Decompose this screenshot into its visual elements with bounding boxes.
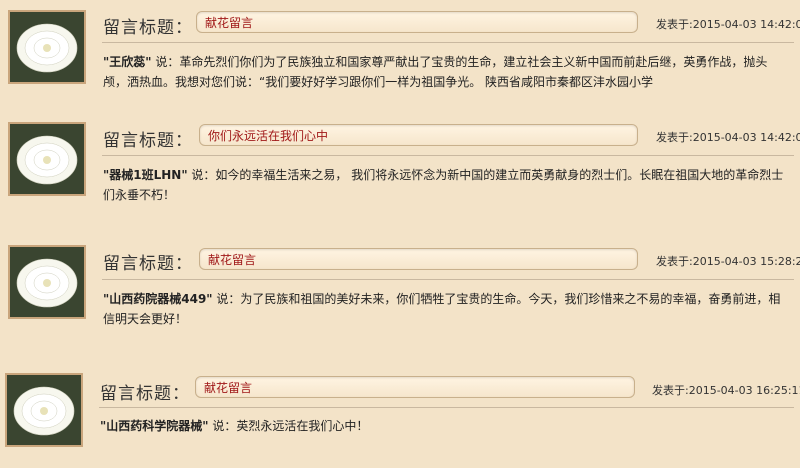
message-body: "山西药科学院器械" 说：英烈永远活在我们心中！ — [100, 416, 788, 436]
says-label: 说： — [212, 292, 241, 306]
divider — [102, 155, 794, 156]
date-value: 2015-04-03 16:25:11 — [688, 384, 800, 397]
posted-prefix: 发表于: — [656, 131, 693, 144]
says-label: 说： — [187, 168, 216, 182]
chrysanthemum-avatar — [8, 245, 86, 319]
message-title: 献花留言 — [195, 376, 635, 398]
title-label: 留言标题： — [100, 384, 190, 404]
divider — [99, 407, 794, 408]
divider — [102, 279, 794, 280]
title-label: 留言标题： — [103, 131, 193, 151]
post-date: 发表于:2015-04-03 16:25:11 — [652, 382, 800, 398]
posted-prefix: 发表于: — [656, 255, 693, 268]
says-label: 说： — [208, 419, 237, 433]
posted-prefix: 发表于: — [652, 384, 689, 397]
message-text: 英烈永远活在我们心中！ — [236, 419, 369, 433]
message-body: "器械1班LHN" 说：如今的幸福生活来之易， 我们将永远怀念为新中国的建立而英… — [103, 165, 788, 205]
chrysanthemum-avatar — [5, 373, 83, 447]
author-name: "器械1班LHN" — [103, 168, 188, 182]
author-name: "山西药院器械449" — [103, 292, 213, 306]
message-entry: 留言标题： 献花留言 发表于:2015-04-03 16:25:11 "山西药科… — [0, 0, 800, 447]
date-value: 2015-04-03 14:42:05 — [692, 131, 800, 144]
message-body: "山西药院器械449" 说：为了民族和祖国的美好未来，你们牺牲了宝贵的生命。今天… — [103, 289, 788, 329]
author-name: "山西药科学院器械" — [100, 419, 209, 433]
title-label: 留言标题： — [103, 254, 193, 274]
post-date: 发表于:2015-04-03 14:42:05 — [656, 129, 800, 145]
chrysanthemum-avatar — [8, 122, 86, 196]
message-title: 你们永远活在我们心中 — [199, 124, 638, 146]
post-date: 发表于:2015-04-03 15:28:20 — [656, 253, 800, 269]
message-title: 献花留言 — [199, 248, 638, 270]
date-value: 2015-04-03 15:28:20 — [692, 255, 800, 268]
